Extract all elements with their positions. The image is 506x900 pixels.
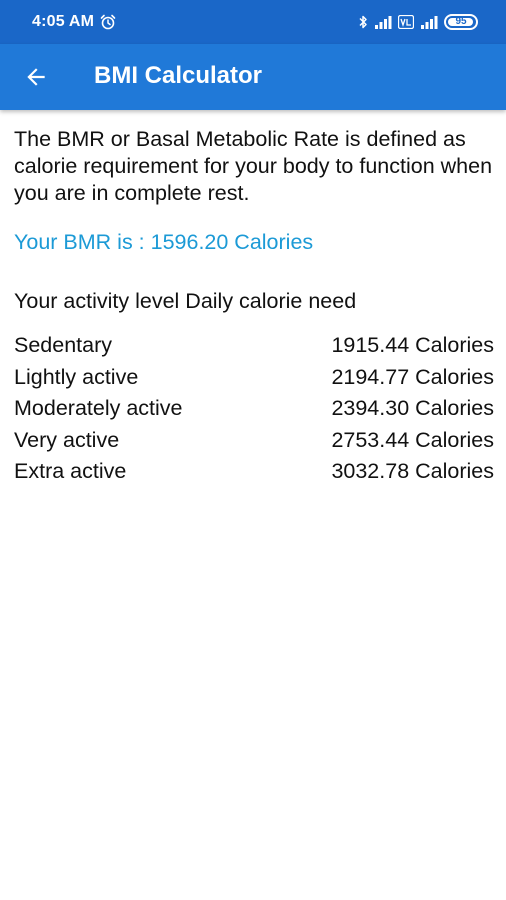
status-time: 4:05 AM: [32, 13, 95, 30]
activity-label: Moderately active: [14, 396, 183, 420]
bluetooth-icon: [359, 15, 367, 29]
bmr-description: The BMR or Basal Metabolic Rate is defin…: [14, 127, 493, 205]
activity-label: Lightly active: [14, 364, 139, 389]
battery-percent: 95: [455, 16, 467, 27]
calorie-value: 3032.78 Calories: [331, 459, 494, 483]
signal-icon: [375, 16, 392, 29]
status-icons: 95: [358, 13, 478, 31]
arrow-left-icon: [27, 68, 45, 86]
battery-icon: 95: [444, 14, 478, 30]
list-item: Lightly active 2194.77 Calories: [14, 362, 494, 394]
wifi-signal-icon: [421, 16, 438, 29]
list-item: Sedentary 1915.44 Calories: [14, 330, 494, 362]
status-bar: 4:05 AM 95: [0, 0, 506, 44]
calorie-value: 2394.30 Calories: [331, 396, 494, 420]
calorie-value: 1915.44 Calories: [331, 333, 494, 357]
activity-label: Very active: [14, 427, 120, 452]
list-item: Very active 2753.44 Calories: [14, 425, 494, 457]
main-content: The BMR or Basal Metabolic Rate is defin…: [14, 126, 494, 488]
activity-header: Your activity level Daily calorie need: [14, 289, 357, 313]
back-button[interactable]: [12, 53, 60, 101]
volte-icon: [398, 15, 414, 29]
activity-label: Extra active: [14, 459, 127, 483]
list-item: Extra active 3032.78 Calories: [14, 456, 494, 488]
bmr-result: Your BMR is : 1596.20 Calories: [14, 230, 314, 254]
alarm-icon: [100, 14, 116, 30]
calorie-value: 2753.44 Calories: [331, 427, 494, 452]
toolbar: BMI Calculator: [0, 44, 506, 110]
activity-label: Sedentary: [14, 333, 113, 357]
calorie-value: 2194.77 Calories: [331, 364, 494, 389]
list-item: Moderately active 2394.30 Calories: [14, 393, 494, 425]
page-title: BMI Calculator: [94, 62, 263, 89]
activity-list: Sedentary 1915.44 Calories Lightly activ…: [14, 330, 494, 488]
